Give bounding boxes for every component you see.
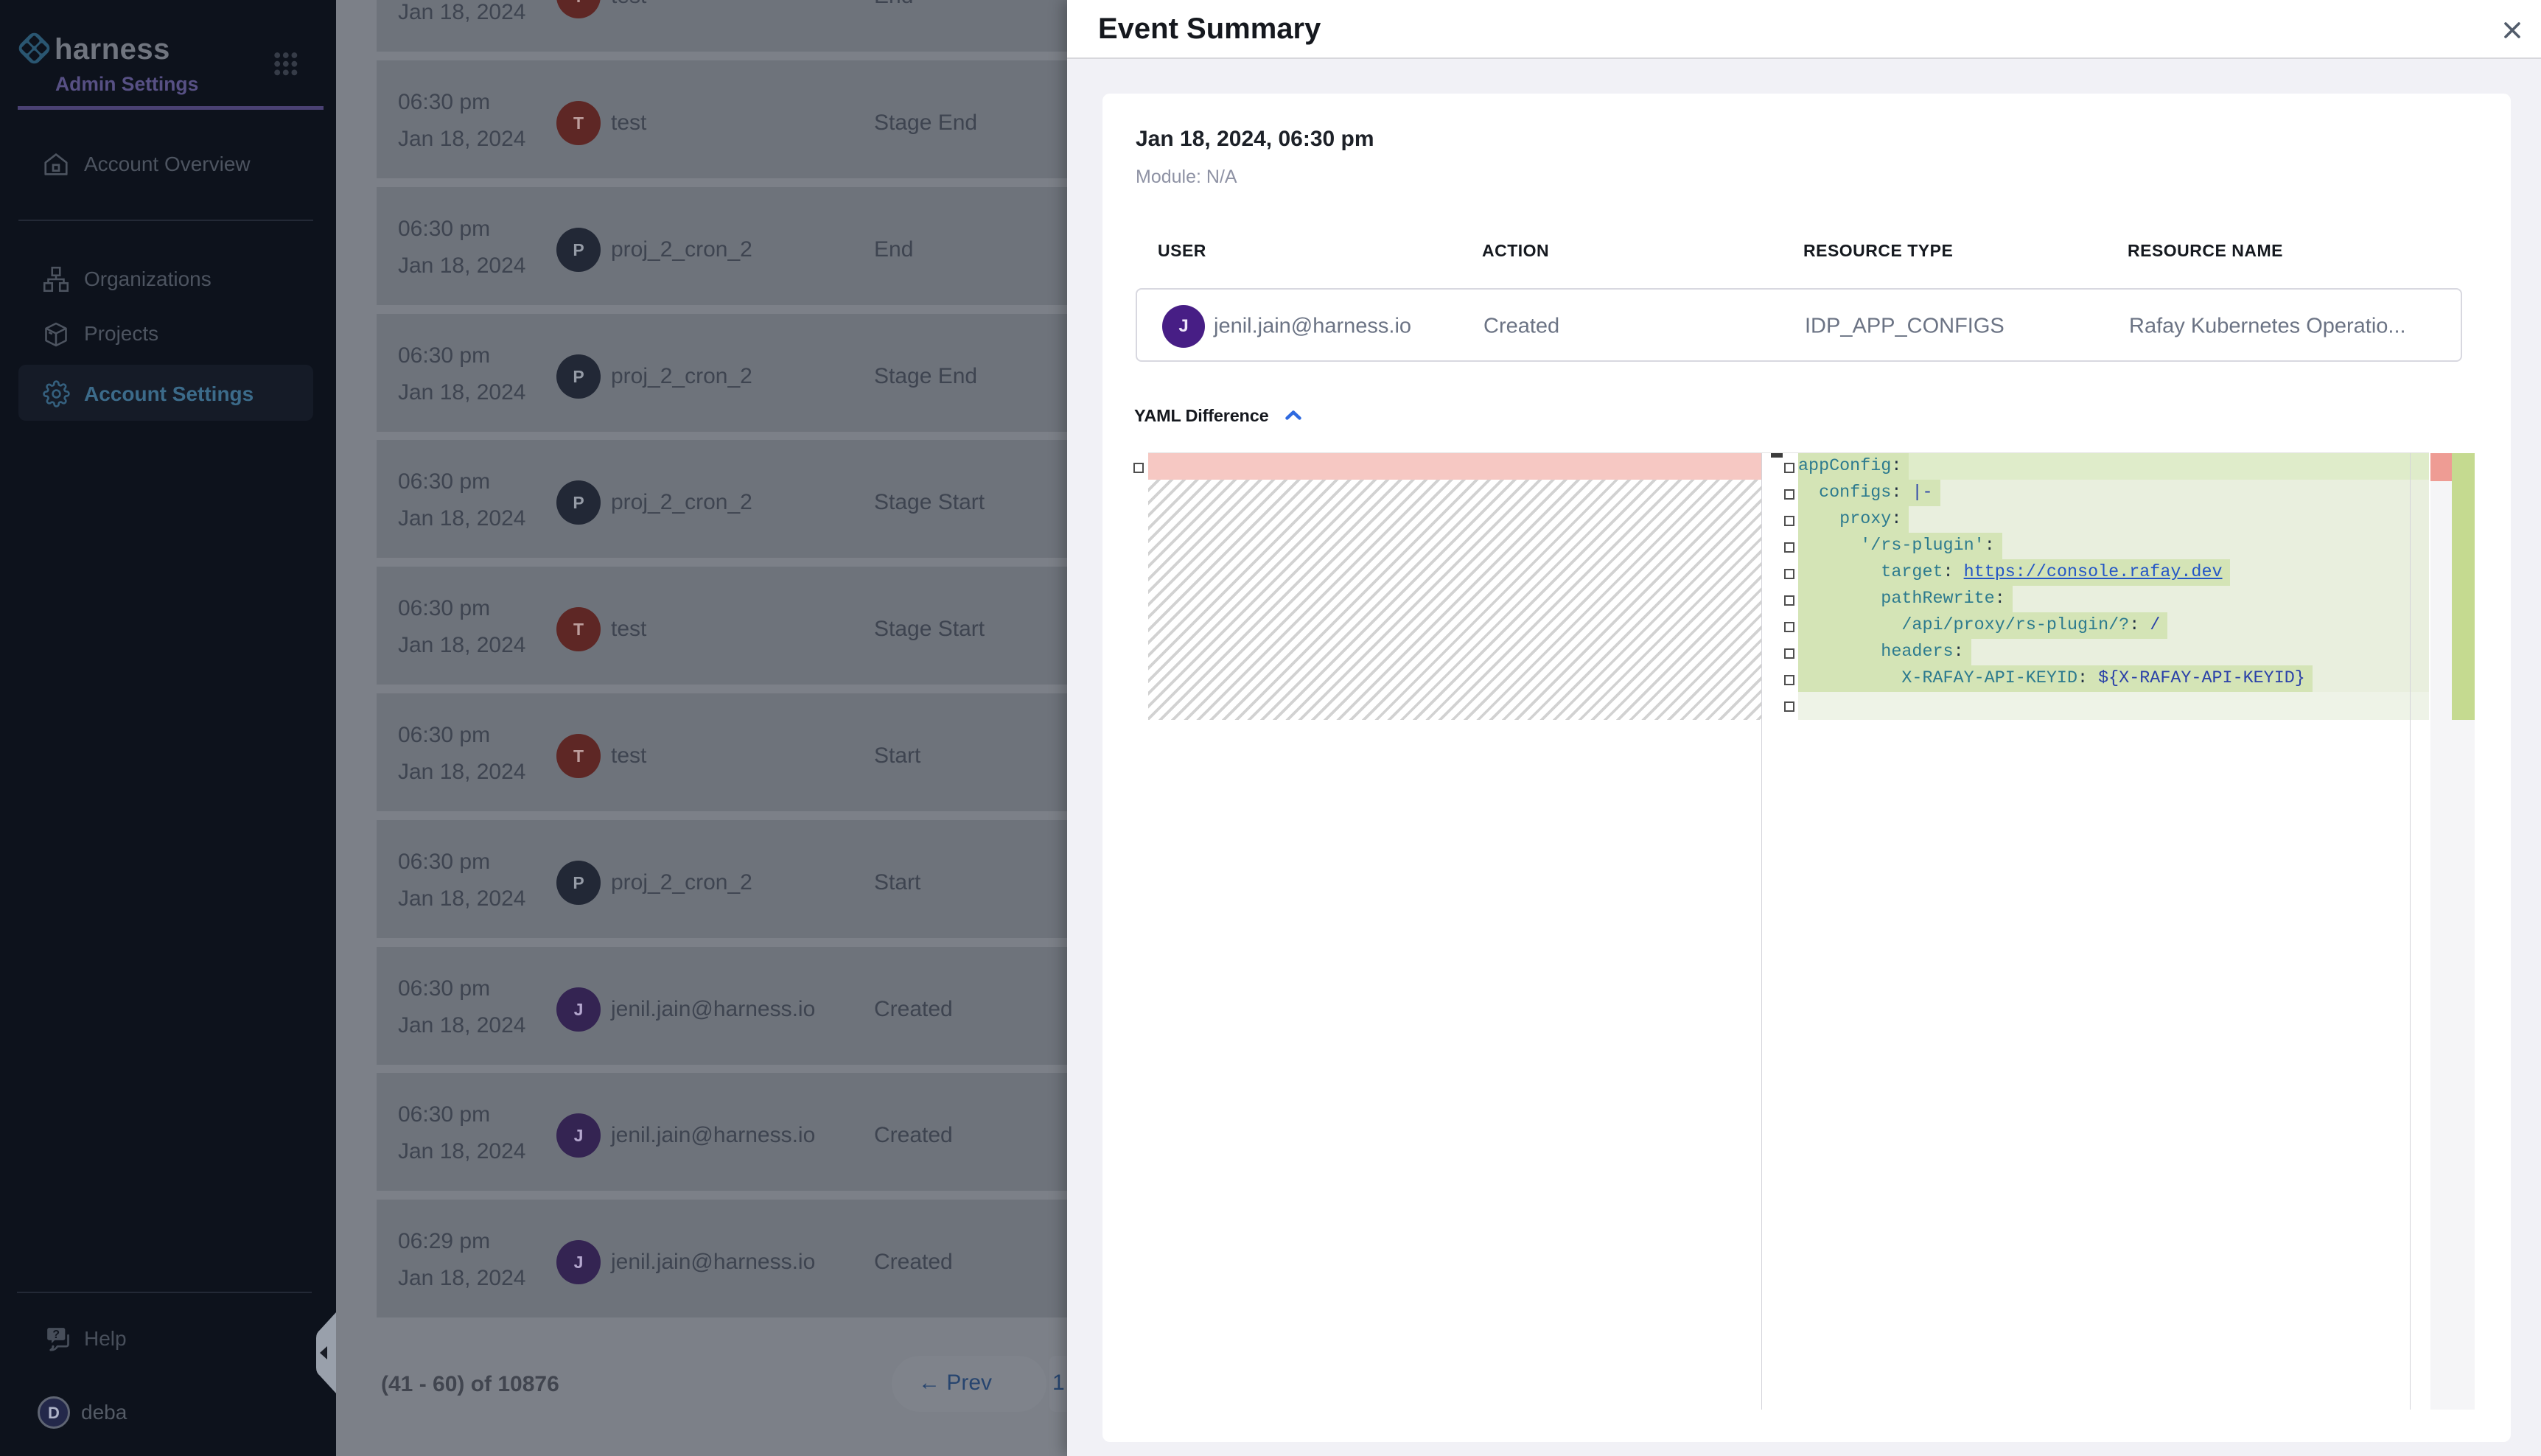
- svg-text:?: ?: [52, 1329, 60, 1341]
